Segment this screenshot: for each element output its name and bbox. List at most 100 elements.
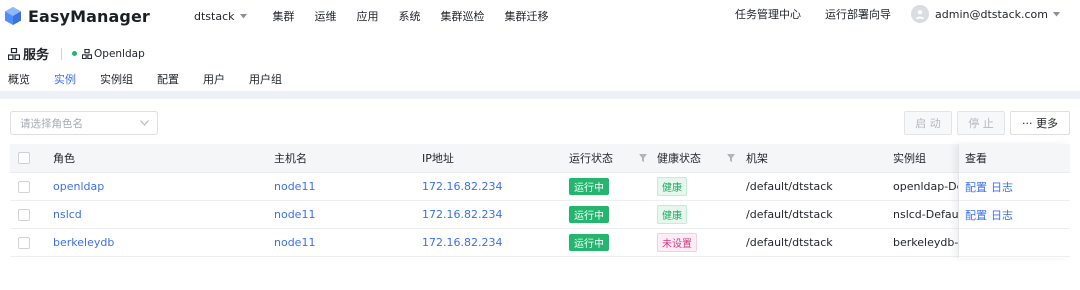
run-status-badge: 运行中 xyxy=(569,206,609,223)
chevron-down-icon xyxy=(140,120,149,126)
user-icon xyxy=(916,10,925,19)
rack-cell: /default/dtstack xyxy=(746,208,833,221)
select-all-checkbox-cell xyxy=(18,144,30,172)
run-status-badge: 运行中 xyxy=(569,178,609,195)
nav-item-inspection[interactable]: 集群巡检 xyxy=(441,8,485,24)
table-header: 角色 主机名 IP地址 运行状态 健康状态 机架 实例组 查看 xyxy=(10,144,1070,173)
select-all-checkbox[interactable] xyxy=(18,152,30,164)
col-ip: IP地址 xyxy=(422,152,454,165)
service-header: 服务 Openldap xyxy=(8,44,145,63)
user-menu[interactable]: admin@dtstack.com xyxy=(935,8,1048,21)
row-checkbox[interactable] xyxy=(18,208,30,221)
view-log-link[interactable]: 日志 xyxy=(991,179,1013,195)
app-name: EasyManager xyxy=(28,6,150,26)
app-logo[interactable]: EasyManager xyxy=(4,6,150,26)
tab-instance-groups[interactable]: 实例组 xyxy=(100,71,133,93)
top-bar: EasyManager dtstack 集群 运维 应用 系统 集群巡检 集群迁… xyxy=(0,0,1080,32)
stop-button[interactable]: 停 止 xyxy=(957,111,1005,135)
task-center-link[interactable]: 任务管理中心 xyxy=(735,6,801,22)
section-divider-band xyxy=(0,91,1080,99)
filter-icon[interactable] xyxy=(727,154,735,162)
nav-item-ops[interactable]: 运维 xyxy=(315,8,337,24)
service-icon xyxy=(8,47,20,60)
service-icon xyxy=(82,48,93,59)
role-link[interactable]: nslcd xyxy=(53,201,82,228)
row-checkbox-cell xyxy=(18,201,30,228)
host-link[interactable]: node11 xyxy=(274,201,315,228)
table-row: openldap node11 172.16.82.234 运行中 健康 /de… xyxy=(10,173,1070,201)
view-log-link[interactable]: 日志 xyxy=(991,207,1013,223)
col-health-status-label: 健康状态 xyxy=(657,152,701,165)
service-name: Openldap xyxy=(94,47,145,60)
start-button[interactable]: 启 动 xyxy=(904,111,952,135)
right-nav: 任务管理中心 运行部署向导 admin@dtstack.com xyxy=(735,5,1060,23)
avatar[interactable] xyxy=(911,5,930,23)
divider xyxy=(61,47,63,60)
col-host: 主机名 xyxy=(274,152,307,165)
health-status-cell: 健康 xyxy=(657,201,687,228)
tab-instances[interactable]: 实例 xyxy=(54,71,76,93)
host-link[interactable]: node11 xyxy=(274,229,315,256)
table-row: berkeleydb node11 172.16.82.234 运行中 未设置 … xyxy=(10,229,1070,257)
nav-item-system[interactable]: 系统 xyxy=(399,8,421,24)
host-link[interactable]: node11 xyxy=(274,173,315,200)
tab-overview[interactable]: 概览 xyxy=(8,71,30,93)
health-status-cell: 健康 xyxy=(657,173,687,200)
tab-users[interactable]: 用户 xyxy=(203,71,225,93)
status-dot xyxy=(72,51,78,56)
col-instance-group: 实例组 xyxy=(893,152,926,165)
col-view: 查看 xyxy=(965,152,987,165)
service-tabs: 概览 实例 实例组 配置 用户 用户组 xyxy=(8,71,306,93)
row-checkbox[interactable] xyxy=(18,180,30,193)
health-status-badge: 未设置 xyxy=(657,233,697,252)
nav-item-cluster[interactable]: 集群 xyxy=(273,8,295,24)
view-actions: 配置 日志 xyxy=(965,173,1013,200)
chevron-down-icon xyxy=(1053,11,1060,16)
deploy-wizard-link[interactable]: 运行部署向导 xyxy=(825,6,891,22)
run-status-cell: 运行中 xyxy=(569,229,609,256)
health-status-badge: 健康 xyxy=(657,177,687,196)
run-status-badge: 运行中 xyxy=(569,234,609,251)
env-selector[interactable]: dtstack xyxy=(194,10,247,23)
env-label: dtstack xyxy=(194,9,235,23)
ip-link[interactable]: 172.16.82.234 xyxy=(422,201,502,228)
health-status-cell: 未设置 xyxy=(657,229,697,256)
row-checkbox[interactable] xyxy=(18,236,30,249)
filter-icon[interactable] xyxy=(639,154,647,162)
row-checkbox-cell xyxy=(18,229,30,256)
col-rack: 机架 xyxy=(746,152,768,165)
instances-table: 角色 主机名 IP地址 运行状态 健康状态 机架 实例组 查看 openldap… xyxy=(10,144,1070,258)
ip-link[interactable]: 172.16.82.234 xyxy=(422,173,502,200)
page-title: 服务 xyxy=(23,48,50,63)
view-config-link[interactable]: 配置 xyxy=(965,179,987,195)
tab-user-groups[interactable]: 用户组 xyxy=(249,71,282,93)
logo-icon xyxy=(5,7,21,25)
rack-cell: /default/dtstack xyxy=(746,180,833,193)
instance-group-cell: openldap-Def xyxy=(893,180,958,193)
table-row: nslcd node11 172.16.82.234 运行中 健康 /defau… xyxy=(10,201,1070,229)
nav-item-migration[interactable]: 集群迁移 xyxy=(505,8,549,24)
main-nav: dtstack 集群 运维 应用 系统 集群巡检 集群迁移 xyxy=(194,8,549,24)
run-status-cell: 运行中 xyxy=(569,201,609,228)
col-run-status-label: 运行状态 xyxy=(569,152,613,165)
instance-group-cell: berkeleydb-D xyxy=(893,236,958,249)
col-health-status: 健康状态 xyxy=(657,144,735,172)
row-checkbox-cell xyxy=(18,173,30,200)
tab-config[interactable]: 配置 xyxy=(157,71,179,93)
col-run-status: 运行状态 xyxy=(569,144,647,172)
col-role: 角色 xyxy=(53,152,75,165)
ip-link[interactable]: 172.16.82.234 xyxy=(422,229,502,256)
role-link[interactable]: berkeleydb xyxy=(53,229,114,256)
run-status-cell: 运行中 xyxy=(569,173,609,200)
instance-group-cell: nslcd-Default xyxy=(893,208,958,221)
role-link[interactable]: openldap xyxy=(53,173,104,200)
view-actions: 配置 日志 xyxy=(965,201,1013,228)
role-select-placeholder: 请选择角色名 xyxy=(20,117,83,130)
view-config-link[interactable]: 配置 xyxy=(965,207,987,223)
health-status-badge: 健康 xyxy=(657,205,687,224)
chevron-down-icon xyxy=(239,13,247,18)
role-select[interactable]: 请选择角色名 xyxy=(10,111,158,135)
more-button[interactable]: ··· 更多 xyxy=(1010,111,1070,135)
nav-item-apps[interactable]: 应用 xyxy=(357,8,379,24)
rack-cell: /default/dtstack xyxy=(746,236,833,249)
